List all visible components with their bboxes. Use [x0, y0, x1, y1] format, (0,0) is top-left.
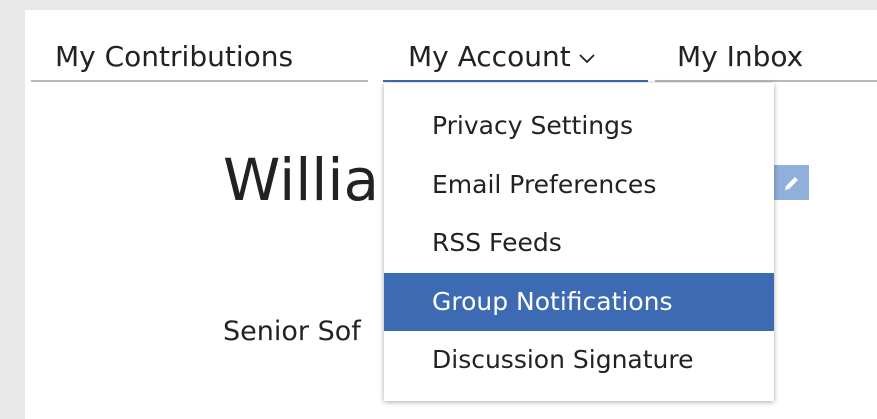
- pencil-icon: [782, 173, 802, 193]
- account-dropdown-menu: Privacy Settings Email Preferences RSS F…: [384, 83, 774, 401]
- edit-profile-button[interactable]: [774, 165, 809, 200]
- tab-my-contributions[interactable]: My Contributions: [31, 40, 368, 82]
- tab-my-inbox-label: My Inbox: [677, 40, 804, 73]
- tab-my-contributions-label: My Contributions: [55, 40, 294, 73]
- profile-name: Willia: [223, 146, 380, 214]
- menu-item-rss-feeds[interactable]: RSS Feeds: [384, 214, 774, 273]
- menu-item-discussion-signature[interactable]: Discussion Signature: [384, 331, 774, 390]
- profile-job-title: Senior Sof: [223, 316, 361, 347]
- chevron-down-icon: [579, 38, 595, 72]
- menu-item-email-preferences[interactable]: Email Preferences: [384, 156, 774, 215]
- profile-panel: My Contributions My Account My Inbox Wil…: [25, 10, 877, 419]
- menu-item-privacy-settings[interactable]: Privacy Settings: [384, 97, 774, 156]
- tab-my-account-label: My Account: [408, 40, 571, 73]
- menu-item-group-notifications[interactable]: Group Notifications: [384, 272, 774, 331]
- tab-my-inbox[interactable]: My Inbox: [655, 40, 877, 82]
- tab-my-account[interactable]: My Account: [383, 40, 648, 82]
